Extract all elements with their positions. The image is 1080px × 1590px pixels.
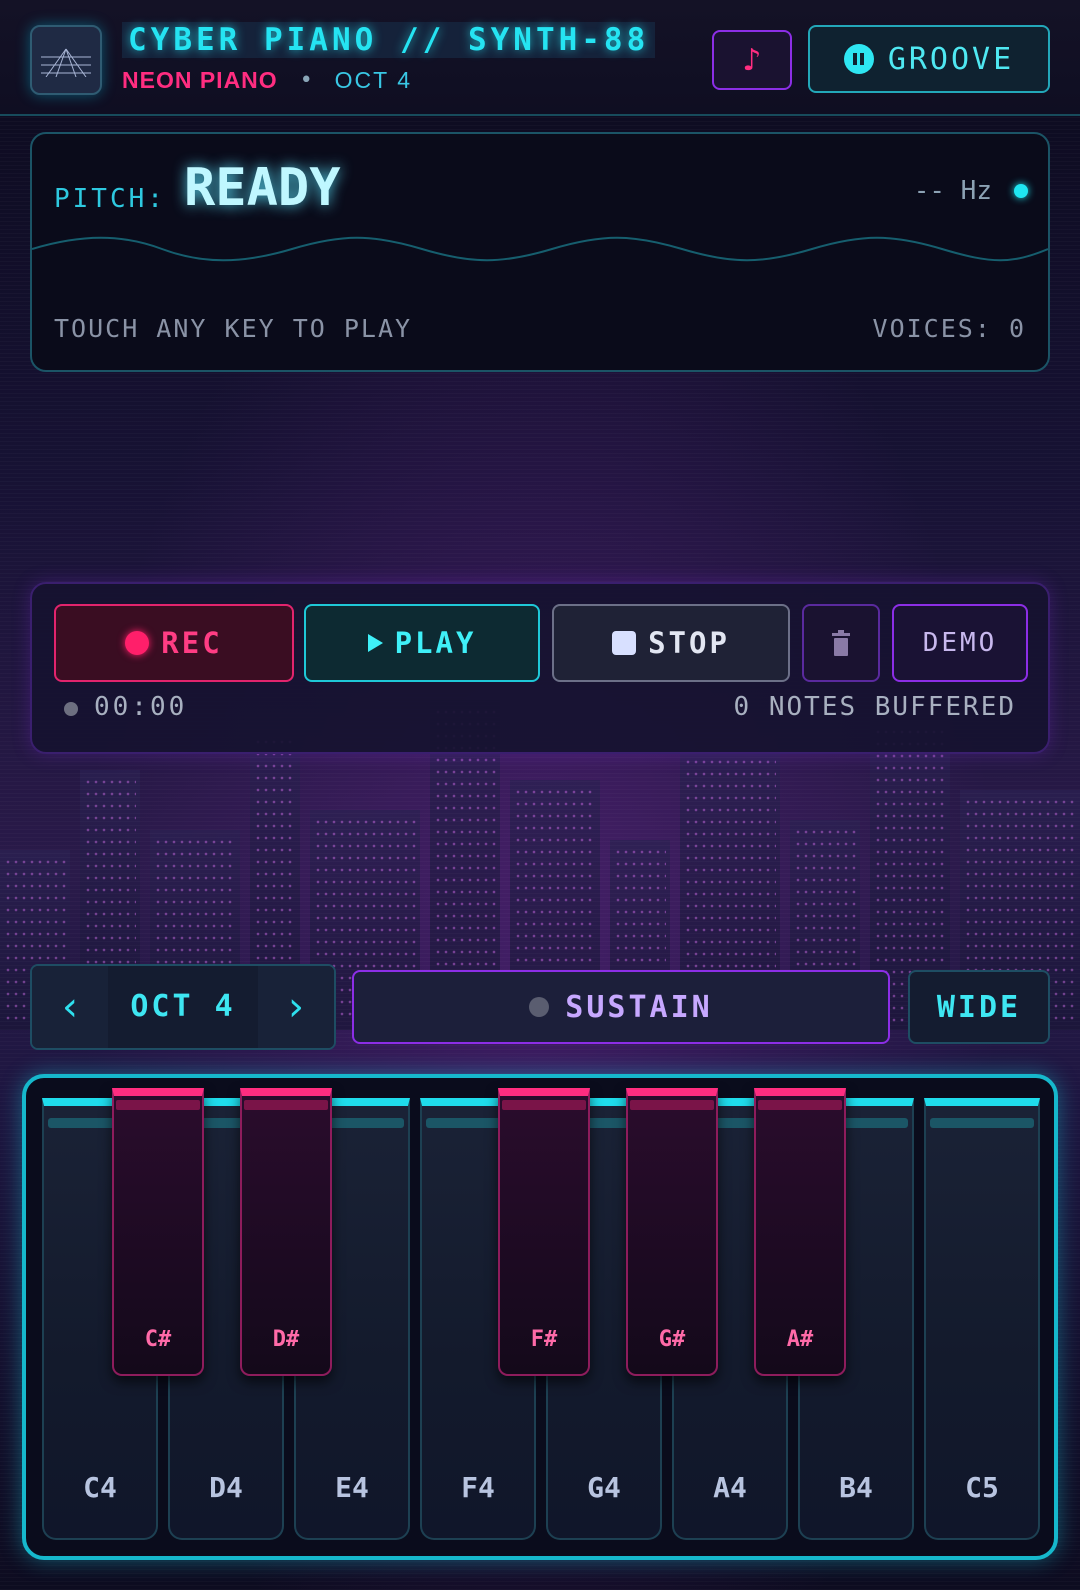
black-key-d-sharp[interactable]: D# [240,1088,332,1376]
black-key-f-sharp[interactable]: F# [498,1088,590,1376]
pitch-value: READY [184,158,341,218]
stop-button[interactable]: STOP [552,604,790,682]
groove-label: GROOVE [887,41,1015,77]
play-button[interactable]: PLAY [304,604,540,682]
app-logo-icon [30,25,102,95]
app-header: CYBER PIANO // SYNTH-88 NEON PIANO • OCT… [0,0,1080,116]
recording-time: 00:00 [94,692,188,722]
play-hint: TOUCH ANY KEY TO PLAY [54,314,413,343]
stop-icon [612,631,637,655]
octave-up-button[interactable]: › [258,966,334,1048]
octave-label: OCT 4 [130,989,236,1024]
key-label: G4 [587,1471,621,1504]
play-label: PLAY [394,626,477,660]
groove-button[interactable]: GROOVE [808,25,1050,93]
record-label: REC [161,626,223,660]
wide-toggle[interactable]: WIDE [908,970,1050,1044]
voices-count: VOICES: 0 [872,314,1026,343]
key-label: D# [272,1327,300,1352]
key-label: C4 [83,1471,117,1504]
black-key-c-sharp[interactable]: C# [112,1088,204,1376]
key-label: F4 [461,1471,495,1504]
key-label: F# [530,1327,558,1352]
key-label: G# [658,1327,686,1352]
waveform [32,236,1048,262]
black-key-a-sharp[interactable]: A# [754,1088,846,1376]
recording-status-dot [64,702,78,716]
brand-label: NEON PIANO [122,66,278,93]
play-icon [367,634,383,652]
chevron-right-icon: › [288,984,304,1030]
record-icon [125,631,150,655]
trash-icon [832,630,850,656]
pause-circle-icon [843,44,874,74]
key-label: C# [144,1327,172,1352]
octave-indicator: OCT 4 [334,66,412,93]
sustain-toggle[interactable]: SUSTAIN [352,970,890,1044]
key-label: B4 [839,1471,873,1504]
record-button[interactable]: REC [54,604,294,682]
black-key-g-sharp[interactable]: G# [626,1088,718,1376]
sustain-indicator [529,997,550,1017]
sustain-label: SUSTAIN [565,989,713,1025]
stop-label: STOP [648,626,730,660]
key-label: D4 [209,1471,243,1504]
octave-selector: ‹ OCT 4 › [30,964,336,1050]
pitch-label: PITCH: [54,184,166,214]
status-dot [1014,184,1028,198]
pitch-display-panel: PITCH: READY -- Hz TOUCH ANY KEY TO PLAY… [30,132,1050,372]
app-subtitle: NEON PIANO • OCT 4 [122,66,412,94]
notes-buffered: 0 NOTES BUFFERED [733,692,1016,722]
chevron-left-icon: ‹ [62,984,78,1030]
key-label: E4 [335,1471,369,1504]
app-title: CYBER PIANO // SYNTH-88 [122,22,656,58]
key-label: C5 [965,1471,999,1504]
music-note-icon: ♪ [742,42,762,78]
music-note-button[interactable]: ♪ [712,30,792,90]
octave-down-button[interactable]: ‹ [32,966,108,1048]
key-label: A4 [713,1471,747,1504]
demo-button[interactable]: DEMO [892,604,1028,682]
white-key-c5[interactable]: C5 [924,1098,1040,1540]
transport-panel: REC PLAY STOP DEMO 00:00 0 NOTES BUFFERE… [30,582,1050,754]
separator: • [299,67,313,93]
clear-button[interactable] [802,604,880,682]
frequency-readout: -- Hz [913,176,992,206]
key-label: A# [786,1327,814,1352]
piano-keyboard: C4 D4 E4 F4 G4 A4 B4 C5 C# D# F# G# A# [22,1074,1058,1560]
